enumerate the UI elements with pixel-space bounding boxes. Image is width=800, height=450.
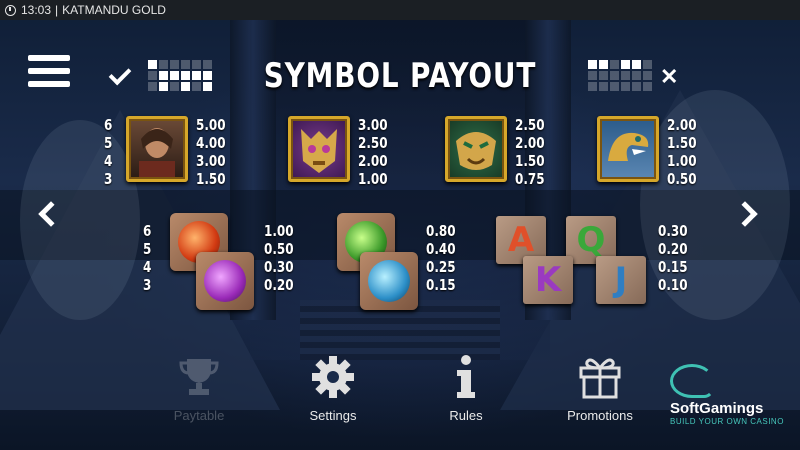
payout-6: 1.00 [264, 222, 294, 240]
payout-values: 2.50 2.00 1.50 0.75 [515, 116, 545, 188]
payout-values: 2.00 1.50 1.00 0.50 [667, 116, 697, 188]
nav-paytable-label: Paytable [173, 408, 225, 423]
payout-6: 3.00 [358, 116, 388, 134]
payout-5: 2.50 [358, 134, 388, 152]
brand-tagline: BUILD YOUR OWN CASINO [670, 417, 784, 426]
payout-3: 0.10 [658, 276, 688, 294]
water-orb-icon [360, 252, 418, 310]
payout-3: 1.00 [358, 170, 388, 188]
payout-group-dragon-mask: 3.00 2.50 2.00 1.00 [288, 116, 395, 188]
payout-3: 1.50 [196, 170, 226, 188]
symbol-counts-low: 6 5 4 3 [143, 222, 159, 294]
payout-4: 1.50 [515, 152, 545, 170]
nav-promotions[interactable]: Promotions [545, 352, 655, 423]
payout-values: 3.00 2.50 2.00 1.00 [358, 116, 388, 188]
payout-3: 0.50 [667, 170, 697, 188]
losing-lines-grid-icon [588, 60, 652, 91]
king-symbol: K [523, 256, 573, 304]
payout-6: 0.30 [658, 222, 688, 240]
count-4: 4 [104, 152, 113, 170]
app-title: KATMANDU GOLD [62, 3, 166, 17]
cross-icon: ✕ [660, 64, 679, 89]
tiger-statue-icon [445, 116, 507, 182]
info-icon [411, 352, 521, 402]
payout-5: 0.40 [426, 240, 456, 258]
brand-name: SoftGamings [670, 400, 764, 417]
payout-group-warrior: 6 5 4 3 5.00 4.00 3.00 1.50 [104, 116, 233, 188]
clock-icon [5, 4, 16, 16]
payout-5: 2.00 [515, 134, 545, 152]
count-3: 3 [143, 276, 152, 294]
payout-values: 5.00 4.00 3.00 1.50 [196, 116, 226, 188]
payout-group-jade-tiger: 2.50 2.00 1.50 0.75 [445, 116, 552, 188]
payout-3: 0.15 [426, 276, 456, 294]
softgamings-logo-mark [670, 364, 714, 398]
payout-6: 5.00 [196, 116, 226, 134]
payout-4: 0.15 [658, 258, 688, 276]
payout-4: 0.30 [264, 258, 294, 276]
jack-symbol: J [596, 256, 646, 304]
payout-group-gold-serpent: 2.00 1.50 1.00 0.50 [597, 116, 704, 188]
nav-paytable[interactable]: Paytable [144, 352, 254, 423]
count-4: 4 [143, 258, 152, 276]
nav-rules-label: Rules [449, 408, 483, 423]
count-5: 5 [143, 240, 152, 258]
payout-4: 3.00 [196, 152, 226, 170]
payout-4: 1.00 [667, 152, 697, 170]
status-bar: 13:03 | KATMANDU GOLD [0, 0, 800, 20]
purple-orb-icon [196, 252, 254, 310]
payout-3: 0.75 [515, 170, 545, 188]
dragon-mask-icon [288, 116, 350, 182]
count-5: 5 [104, 134, 113, 152]
payout-5: 0.20 [658, 240, 688, 258]
payout-values-orbs-2: 0.80 0.40 0.25 0.15 [426, 222, 456, 294]
payout-5: 4.00 [196, 134, 226, 152]
payout-values-royals: 0.30 0.20 0.15 0.10 [658, 222, 688, 294]
warrior-portrait-icon [126, 116, 188, 182]
nav-settings-label: Settings [309, 408, 357, 423]
count-6: 6 [104, 116, 113, 134]
symbol-counts: 6 5 4 3 [104, 116, 122, 188]
nav-promotions-label: Promotions [567, 408, 633, 423]
payout-4: 0.25 [426, 258, 456, 276]
nav-rules[interactable]: Rules [411, 352, 521, 423]
payout-3: 0.20 [264, 276, 294, 294]
hamburger-menu-icon[interactable] [28, 55, 70, 89]
count-6: 6 [143, 222, 152, 240]
gear-icon [278, 352, 388, 402]
payout-6: 2.00 [667, 116, 697, 134]
status-time: 13:03 [21, 3, 52, 17]
payout-5: 1.50 [667, 134, 697, 152]
nav-settings[interactable]: Settings [278, 352, 388, 423]
serpent-statue-icon [597, 116, 659, 182]
payout-6: 0.80 [426, 222, 456, 240]
status-separator: | [55, 3, 59, 17]
payout-5: 0.50 [264, 240, 294, 258]
payout-6: 2.50 [515, 116, 545, 134]
gift-icon [545, 352, 655, 402]
payout-values-orbs-1: 1.00 0.50 0.30 0.20 [264, 222, 294, 294]
trophy-icon [144, 352, 254, 402]
payout-4: 2.00 [358, 152, 388, 170]
softgamings-logo: SoftGamings BUILD YOUR OWN CASINO [670, 364, 800, 426]
count-3: 3 [104, 170, 113, 188]
